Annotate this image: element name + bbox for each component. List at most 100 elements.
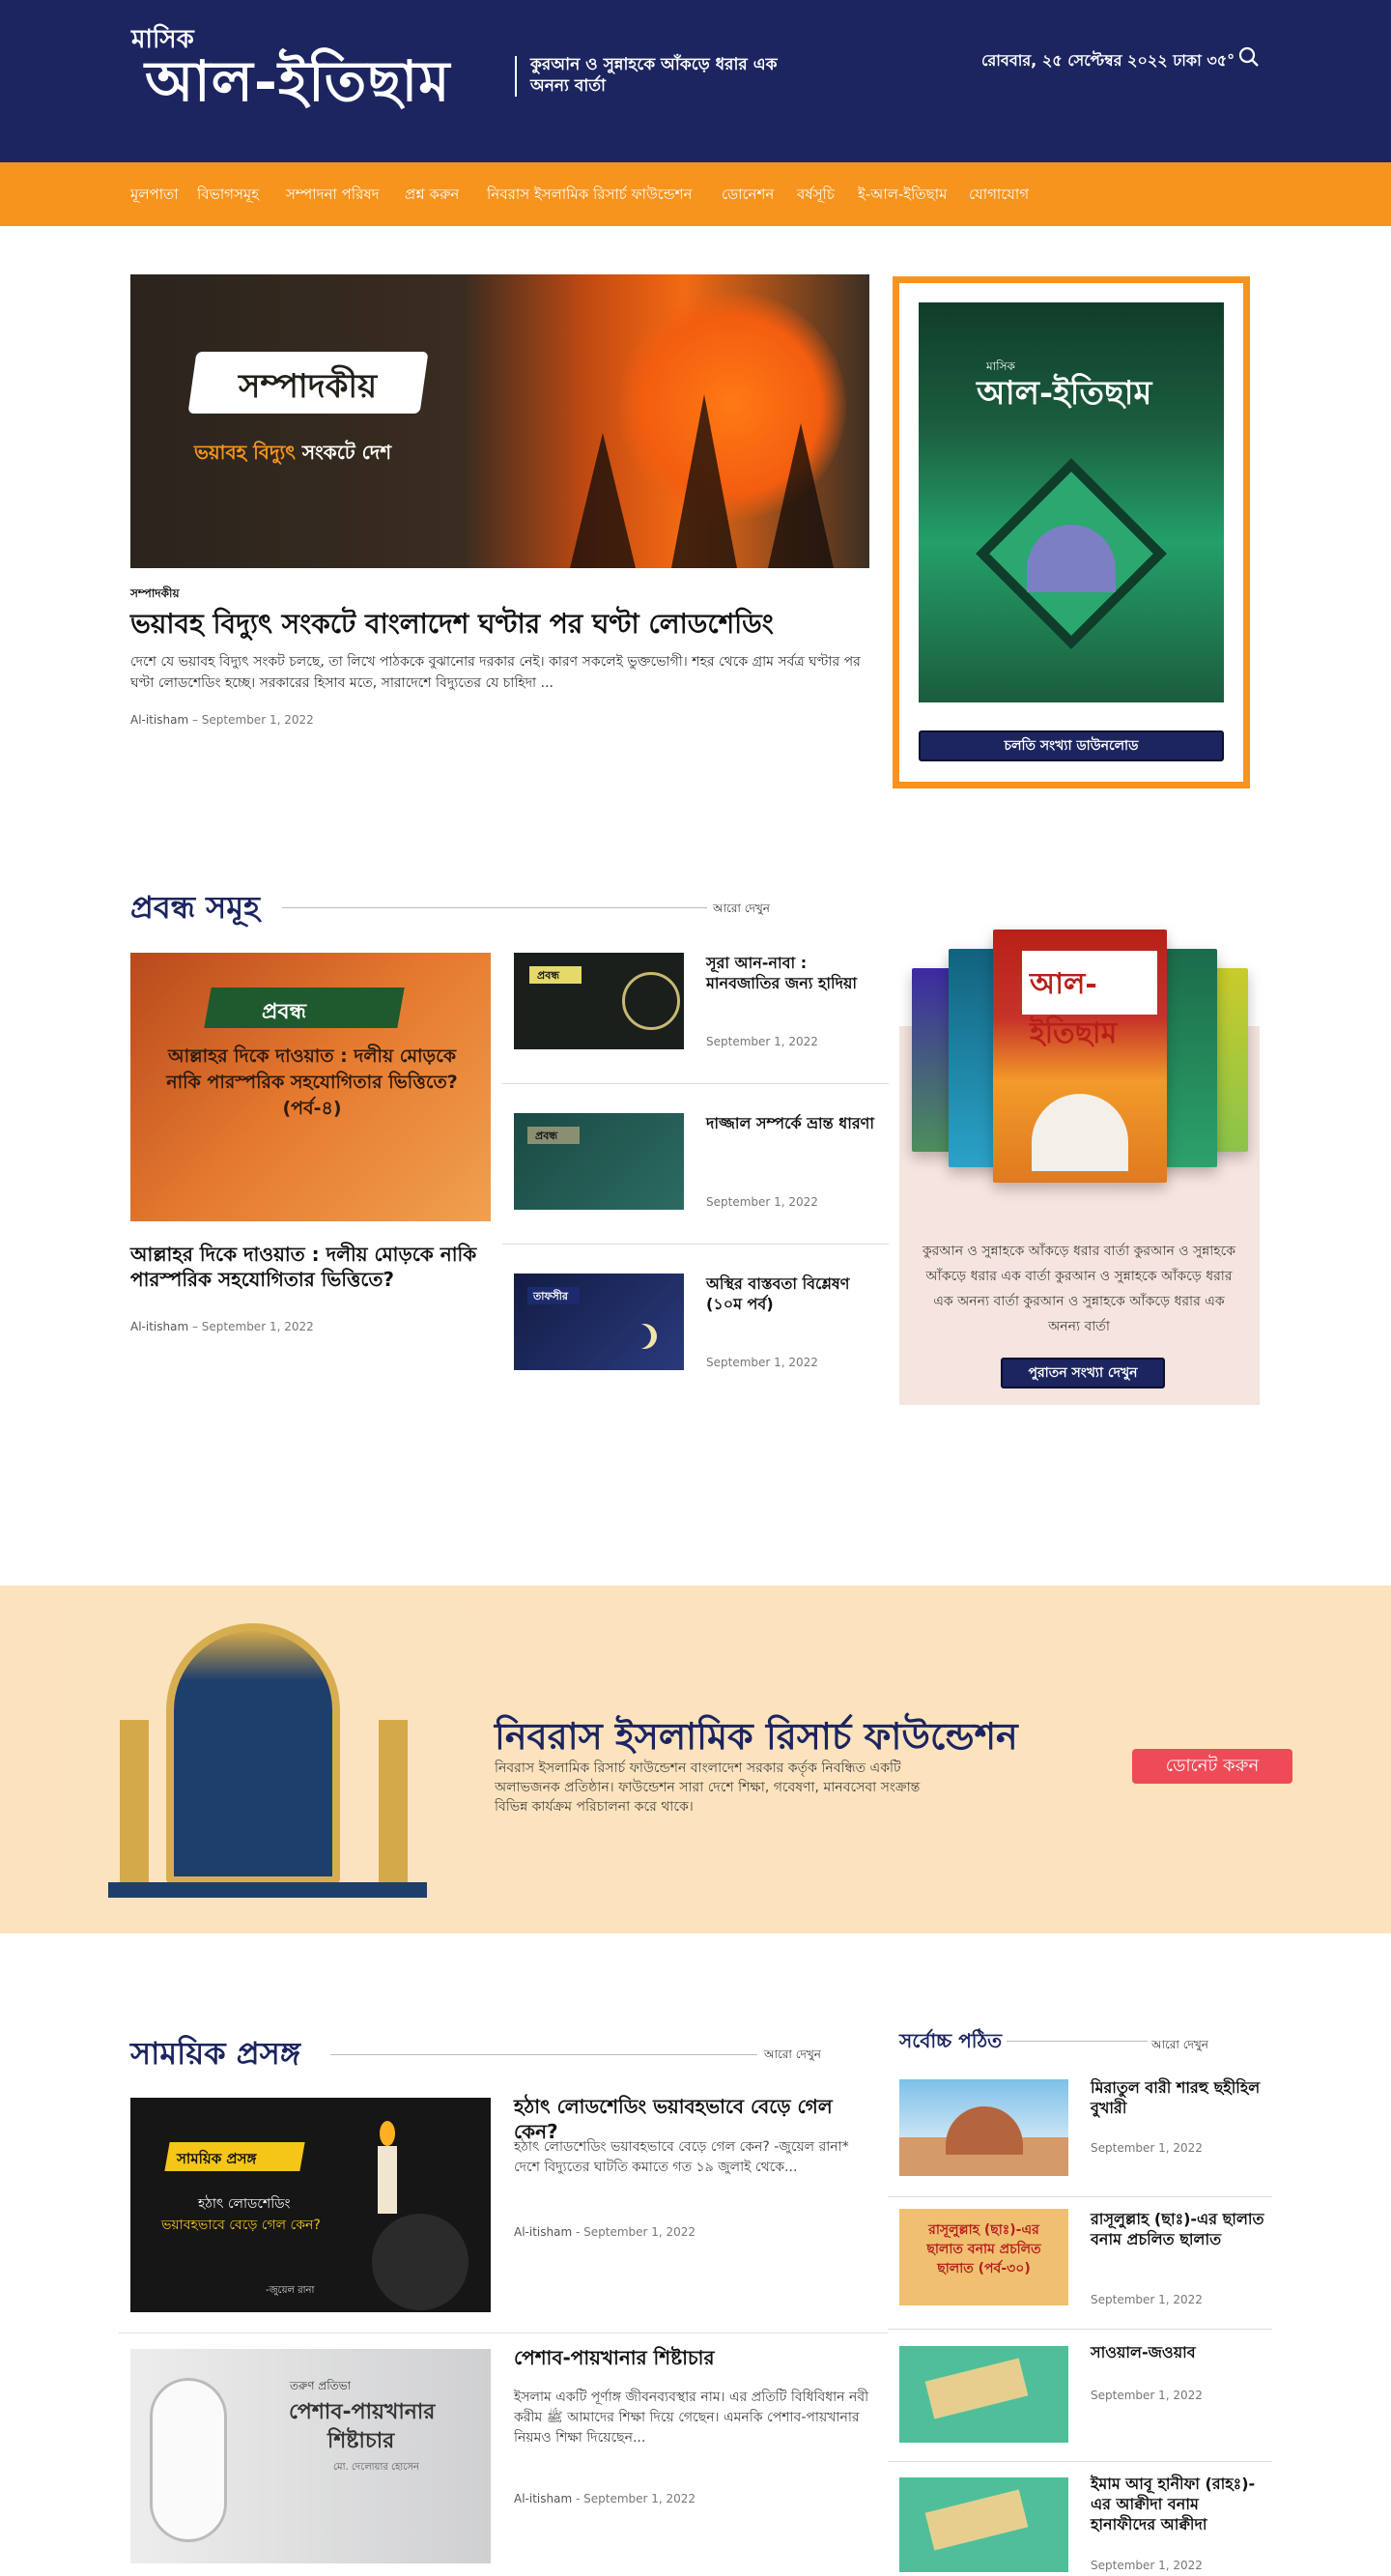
article-main-image[interactable]: প্রবন্ধ আল্লাহর দিকে দাওয়াত : দলীয় মোড…: [130, 953, 491, 1221]
image-text: হঠাৎ লোডশেডিং: [198, 2196, 291, 2212]
article-list-title[interactable]: দাজ্জাল সম্পর্কে ভ্রান্ত ধারণা: [706, 1113, 880, 1133]
download-current-issue-button[interactable]: চলতি সংখ্যা ডাউনলোড: [919, 730, 1224, 761]
nav-item-contact[interactable]: যোগাযোগ: [969, 184, 1029, 208]
nav-item-e-magazine[interactable]: ই-আল-ইতিছাম: [858, 184, 947, 208]
image-author: -জুয়েল রানা: [266, 2285, 315, 2296]
popular-see-more-link[interactable]: আরো দেখুন: [1151, 2037, 1208, 2056]
popular-title[interactable]: সাওয়াল-জওয়াব: [1091, 2342, 1264, 2362]
featured-excerpt: দেশে যে ভয়াবহ বিদ্যুৎ সংকট চলছে, তা লিখ…: [130, 654, 861, 691]
popular-date: September 1, 2022: [1091, 2559, 1203, 2572]
nav-item-categories[interactable]: বিভাগসমূহ: [197, 184, 259, 208]
image-author: মো. দেলোয়ার হোসেন: [333, 2462, 419, 2473]
section-line: [330, 2054, 757, 2055]
article-list-date: September 1, 2022: [706, 1035, 818, 1048]
featured-meta: Al-itisham – September 1, 2022: [130, 713, 314, 727]
divider: [888, 2196, 1272, 2197]
view-old-issues-button[interactable]: পুরাতন সংখ্যা দেখুন: [1001, 1358, 1165, 1388]
current-affairs-section-title: সাময়িক প্রসঙ্গ: [130, 2035, 300, 2072]
popular-thumb-text: রাসূলুল্লাহ (ছাঃ)-এর ছালাত বনাম প্রচলিত …: [926, 2222, 1041, 2276]
popular-title[interactable]: রাসূলুল্লাহ (ছাঃ)-এর ছালাত বনাম প্রচলিত …: [1091, 2209, 1264, 2249]
current-affairs-image[interactable]: তরুণ প্রতিভা পেশাব-পায়খানার শিষ্টাচার ম…: [130, 2349, 491, 2563]
current-affairs-see-more-link[interactable]: আরো দেখুন: [764, 2046, 821, 2066]
article-thumb[interactable]: তাফসীর: [514, 1274, 684, 1370]
thumb-badge: প্রবন্ধ: [537, 969, 560, 982]
divider: [888, 2461, 1272, 2462]
featured-image[interactable]: সম্পাদকীয় ভয়াবহ বিদ্যুৎ সংকটে দেশ: [130, 274, 869, 568]
popular-thumb[interactable]: [899, 2346, 1068, 2443]
popular-thumb[interactable]: রাসূলুল্লাহ (ছাঃ)-এর ছালাত বনাম প্রচলিত …: [899, 2209, 1068, 2305]
foundation-banner-image: [70, 1604, 469, 1921]
current-affairs-meta: Al-itisham - September 1, 2022: [514, 2492, 696, 2505]
divider: [502, 1083, 889, 1084]
image-label: সাময়িক প্রসঙ্গ: [177, 2150, 257, 2167]
popular-date: September 1, 2022: [1091, 2293, 1203, 2306]
popular-date: September 1, 2022: [1091, 2141, 1203, 2155]
power-tower-icon: [671, 394, 737, 568]
lantern-icon: [379, 1720, 408, 1884]
article-main-meta: Al-itisham – September 1, 2022: [130, 1320, 314, 1333]
article-main-image-label: প্রবন্ধ: [262, 1000, 307, 1024]
archive-promo-text: কুরআন ও সুন্নাহকে আঁকড়ে ধরার বার্তা কুর…: [922, 1244, 1236, 1334]
nav-item-donation[interactable]: ডোনেশন: [722, 184, 774, 208]
book-icon: [924, 2489, 1029, 2551]
popular-title[interactable]: মিরাতুল বারী শারহু ছহীহিল বুখারী: [1091, 2077, 1264, 2118]
article-thumb[interactable]: প্রবন্ধ: [514, 953, 684, 1049]
site-header: মাসিক আল-ইতিছাম কুরআন ও সুন্নাহকে আঁকড়ে…: [0, 0, 1391, 162]
cover-title: আল-ইতিছাম: [977, 374, 1152, 413]
featured-image-label: সম্পাদকীয়: [239, 367, 378, 406]
current-affairs-excerpt: হঠাৎ লোডশেডিং ভয়াবহভাবে বেড়ে গেল কেন? …: [514, 2139, 849, 2175]
popular-thumb[interactable]: [899, 2477, 1068, 2572]
nav-item-foundation[interactable]: নিবরাস ইসলামিক রিসার্চ ফাউন্ডেশন: [487, 184, 692, 208]
mosque-icon: [946, 2106, 1023, 2155]
current-affairs-image[interactable]: সাময়িক প্রসঙ্গ হঠাৎ লোডশেডিং ভয়াবহভাবে…: [130, 2098, 491, 2312]
flame-icon: [380, 2121, 395, 2146]
site-logo[interactable]: আল-ইতিছাম: [145, 39, 450, 132]
header-date: রোববার, ২৫ সেপ্টেম্বর ২০২২ ঢাকা ৩৫°: [981, 51, 1235, 70]
divider: [888, 2329, 1272, 2330]
mosque-icon: [1032, 1094, 1128, 1171]
candle-icon: [378, 2146, 397, 2214]
popular-section-title: সর্বোচ্চ পঠিত: [899, 2029, 1003, 2052]
door-ornament: [166, 1623, 340, 1884]
site-tagline: কুরআন ও সুন্নাহকে আঁকড়ে ধরার এক অনন্য ব…: [530, 55, 778, 96]
nav-item-home[interactable]: মূলপাতা: [130, 184, 179, 208]
power-tower-icon: [570, 433, 636, 568]
featured-title[interactable]: ভয়াবহ বিদ্যুৎ সংকটে বাংলাদেশ ঘণ্টার পর …: [130, 607, 869, 642]
article-thumb[interactable]: প্রবন্ধ: [514, 1113, 684, 1210]
nav-item-year-index[interactable]: বর্ষসূচি: [797, 184, 835, 208]
current-affairs-excerpt: ইসলাম একটি পূর্ণাঙ্গ জীবনব্যবস্থার নাম। …: [514, 2390, 869, 2446]
search-icon[interactable]: [1238, 46, 1260, 68]
articles-see-more-link[interactable]: আরো দেখুন: [713, 901, 770, 920]
toilet-icon: [150, 2378, 227, 2542]
foundation-description: নিবরাস ইসলামিক রিসার্চ ফাউন্ডেশন বাংলাদে…: [495, 1760, 921, 1815]
pedestal: [108, 1882, 427, 1898]
lantern-icon: [120, 1720, 149, 1884]
donate-button[interactable]: ডোনেট করুন: [1132, 1749, 1292, 1784]
current-issue-cover[interactable]: মাসিক আল-ইতিছাম: [919, 302, 1224, 702]
section-line: [1007, 2041, 1148, 2042]
article-main-title[interactable]: আল্লাহর দিকে দাওয়াত : দলীয় মোড়কে নাকি…: [130, 1242, 491, 1292]
thumb-badge: প্রবন্ধ: [535, 1130, 558, 1142]
article-list-date: September 1, 2022: [706, 1356, 818, 1369]
popular-title[interactable]: ইমাম আবূ হানীফা (রাহঃ)-এর আক্বীদা বনাম হ…: [1091, 2474, 1264, 2534]
article-main-image-title: আল্লাহর দিকে দাওয়াত : দলীয় মোড়কে নাকি…: [166, 1045, 458, 1119]
power-tower-icon: [768, 423, 834, 568]
article-list-title[interactable]: অস্থির বাস্তবতা বিশ্লেষণ (১০ম পর্ব): [706, 1274, 880, 1314]
magazine-cover-title: আল-ইতিছাম: [1030, 967, 1118, 1050]
bulb-icon: [372, 2214, 468, 2310]
quran-icon: [622, 972, 680, 1030]
nav-item-ask-question[interactable]: প্রশ্ন করুন: [405, 184, 459, 208]
thumb-badge: তাফসীর: [533, 1290, 568, 1302]
logo-divider: [515, 56, 517, 97]
magazine-cover: আল-ইতিছাম: [993, 930, 1167, 1183]
popular-thumb[interactable]: [899, 2079, 1068, 2176]
moon-icon: [626, 1324, 651, 1349]
article-list-date: September 1, 2022: [706, 1195, 818, 1209]
current-affairs-title[interactable]: পেশাব-পায়খানার শিষ্টাচার: [514, 2345, 881, 2370]
image-emphasis: শিষ্টাচার: [327, 2429, 395, 2453]
section-line: [282, 907, 707, 908]
nav-item-editorial-board[interactable]: সম্পাদনা পরিষদ: [286, 184, 379, 208]
book-icon: [924, 2358, 1029, 2419]
featured-category[interactable]: সম্পাদকীয়: [130, 586, 180, 605]
article-list-title[interactable]: সূরা আন-নাবা : মানবজাতির জন্য হাদিয়া: [706, 953, 880, 993]
